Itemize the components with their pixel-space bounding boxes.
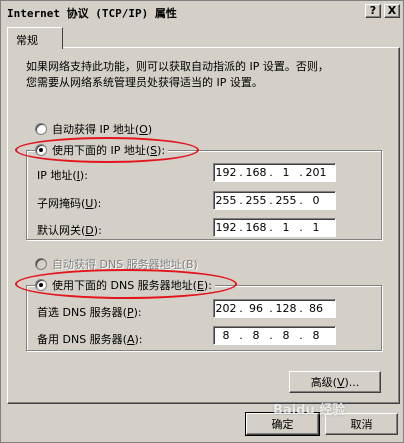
tab-general[interactable]: 常规	[7, 27, 63, 49]
baidu-watermark: Baidu 经验	[273, 403, 346, 418]
subnet-mask-input[interactable]: 255. 255. 255. 0	[213, 191, 336, 210]
close-button[interactable]: X	[384, 4, 400, 18]
ip-address-input[interactable]: 192. 168. 1. 201	[213, 163, 336, 182]
alternate-dns-input[interactable]: 8. 8. 8. 8	[213, 326, 336, 345]
default-gateway-input[interactable]: 192. 168. 1. 1	[213, 218, 336, 237]
ip-address-label: IP 地址(I):	[37, 169, 88, 182]
annotation-ellipse-ip	[15, 137, 199, 163]
radio-auto-ip-label: 自动获得 IP 地址(O)	[52, 123, 153, 136]
radio-auto-ip-indicator[interactable]	[35, 123, 47, 135]
default-gateway-label: 默认网关(D):	[37, 224, 102, 237]
title-bar[interactable]: Internet 协议 (TCP/IP) 属性 ? X	[2, 2, 402, 21]
annotation-ellipse-dns	[15, 269, 237, 299]
alternate-dns-label: 备用 DNS 服务器(A):	[37, 333, 143, 346]
preferred-dns-input[interactable]: 202. 96. 128. 86	[213, 299, 336, 318]
advanced-button[interactable]: 高级(V)...	[289, 371, 381, 393]
description-text: 如果网络支持此功能，则可以获取自动指派的 IP 设置。否则， 您需要从网络系统管…	[26, 59, 329, 91]
subnet-mask-label: 子网掩码(U):	[37, 197, 102, 210]
tcpip-properties-dialog: Internet 协议 (TCP/IP) 属性 ? X 常规 如果网络支持此功能…	[0, 0, 404, 443]
description-line-2: 您需要从网络系统管理员处获得适当的 IP 设置。	[26, 76, 263, 89]
window-title: Internet 协议 (TCP/IP) 属性	[7, 7, 177, 20]
description-line-1: 如果网络支持此功能，则可以获取自动指派的 IP 设置。否则，	[26, 60, 329, 73]
radio-auto-dns-indicator[interactable]	[35, 258, 47, 270]
preferred-dns-label: 首选 DNS 服务器(P):	[37, 306, 142, 319]
radio-auto-ip[interactable]: 自动获得 IP 地址(O)	[35, 122, 152, 136]
help-button[interactable]: ?	[365, 4, 381, 18]
